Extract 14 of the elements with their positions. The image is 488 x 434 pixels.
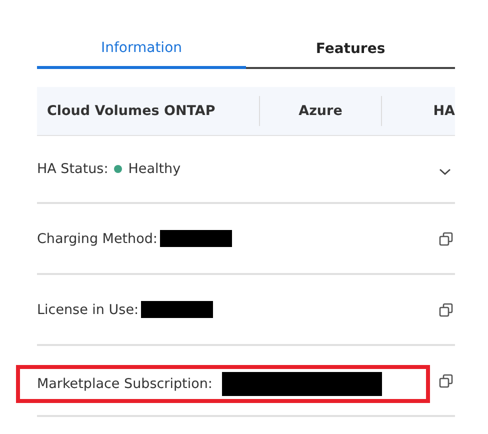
tab[interactable]: Information	[37, 36, 246, 69]
chevron-down-icon[interactable]	[439, 168, 451, 176]
status-value: Healthy	[128, 161, 181, 177]
summary-item: Azure	[298, 103, 344, 119]
field-label: Charging Method:	[37, 230, 158, 246]
summary-item: Cloud Volumes ONTAP	[46, 103, 216, 119]
field-label: License in Use:	[37, 302, 139, 318]
field-label: HA Status:	[37, 161, 108, 177]
summary-item: HA	[432, 103, 455, 119]
tab[interactable]: Features	[246, 36, 455, 69]
copy-icon[interactable]	[439, 374, 453, 388]
copy-icon[interactable]	[439, 302, 453, 316]
field-label: Marketplace Subscription:	[37, 376, 212, 392]
copy-icon[interactable]	[439, 232, 453, 246]
